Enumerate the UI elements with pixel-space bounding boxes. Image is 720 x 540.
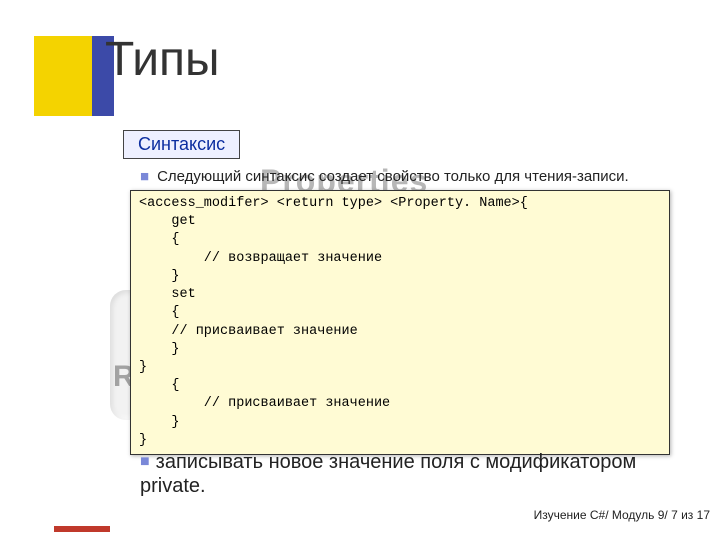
slide-title: Типы	[105, 32, 220, 87]
body-paragraph: ■записывать новое значение поля с модифи…	[140, 450, 660, 498]
para-marker: ■	[140, 453, 150, 470]
bullet-marker: ■	[140, 168, 149, 185]
bullet-readonly: ■ Следующий синтаксис создает свойство то…	[140, 168, 660, 185]
page-footer: Изучение C#/ Модуль 9/ 7 из 17	[534, 508, 710, 522]
slide-root: Типы Синтаксис Properties ■Следующий син…	[0, 0, 720, 540]
red-underline	[54, 526, 110, 532]
code-block: <access_modifer> <return type> <Property…	[130, 190, 670, 455]
syntax-badge: Синтаксис	[123, 130, 240, 159]
accent-square	[34, 36, 114, 116]
bullet-text: Следующий синтаксис создает свойство тол…	[157, 168, 629, 185]
para-text: записывать новое значение поля с модифик…	[140, 451, 636, 497]
